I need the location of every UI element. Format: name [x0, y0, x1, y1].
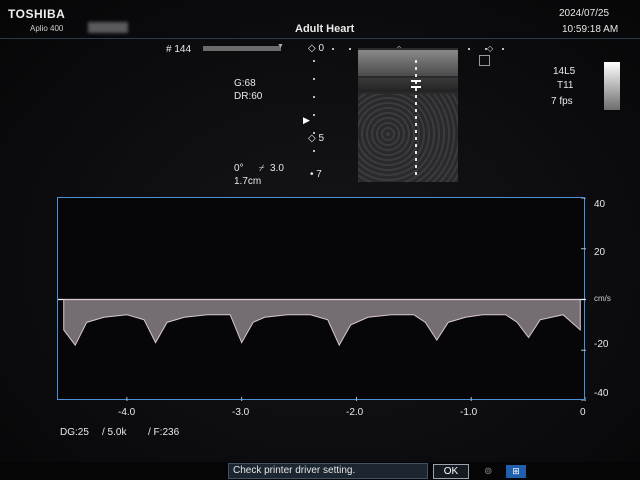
sample-depth-label: 1.7cm: [234, 176, 262, 187]
brand-logo: TOSHIBA: [8, 7, 66, 21]
cine-marker-icon: ▼: [277, 43, 284, 50]
gain-label: G:68: [234, 78, 256, 89]
y-tick-40: 40: [594, 199, 606, 210]
doppler-spectrum-panel[interactable]: [57, 197, 586, 401]
depth-mark-5: ◇ 5: [308, 133, 325, 144]
header-divider: [0, 38, 640, 39]
x-tick-neg3: -3.0: [232, 407, 250, 418]
sample-gate-top: [411, 80, 421, 82]
velocity-unit-label: cm/s: [594, 294, 611, 303]
doppler-gain-label: DG:25: [60, 427, 89, 438]
transducer-label: 14L5: [553, 66, 576, 77]
storage-icon[interactable]: ⊞: [506, 465, 526, 478]
angle-label: 0°: [234, 163, 244, 174]
doppler-cursor-line[interactable]: [415, 60, 417, 178]
depth-dots: [313, 60, 315, 160]
orientation-icon: [479, 55, 490, 66]
ok-button[interactable]: OK: [433, 464, 469, 479]
prf-label: / 5.0k: [102, 427, 127, 438]
right-marker-icon: ◇: [487, 44, 494, 53]
x-tick-neg1: -1.0: [460, 407, 478, 418]
angle-correct-value: 3.0: [270, 163, 284, 174]
doppler-spectrum-trace: [63, 299, 581, 347]
model-name: Aplio 400: [30, 24, 64, 33]
preset-label: Adult Heart: [295, 23, 355, 35]
x-tick-neg4: -4.0: [118, 407, 136, 418]
printer-message: Check printer driver setting.: [228, 463, 428, 479]
speckle-region: [358, 94, 458, 182]
filter-label: / F:236: [148, 427, 180, 438]
camera-icon[interactable]: ⊚: [484, 466, 492, 477]
depth-mark-7: • 7: [310, 169, 322, 180]
redacted-patient-id: [88, 22, 128, 33]
date-label: 2024/07/25: [559, 8, 610, 19]
focus-marker-icon[interactable]: ▶: [303, 115, 310, 126]
bmode-image[interactable]: [358, 48, 458, 182]
cine-progress-bar: [203, 46, 281, 51]
time-label: 10:59:18 AM: [562, 24, 619, 35]
doppler-spectrum-chart: [58, 198, 586, 401]
grayscale-bar: [604, 62, 620, 110]
y-tick-neg20: -20: [594, 339, 609, 350]
y-tick-neg40: -40: [594, 388, 609, 399]
dynamic-range-label: DR:60: [234, 91, 263, 102]
tissue-layer: [358, 50, 458, 76]
x-tick-0: 0: [580, 407, 586, 418]
vessel-layer: [358, 78, 458, 92]
depth-mark-0: ◇ 0: [308, 43, 325, 54]
ultrasound-screen: TOSHIBA Aplio 400 Adult Heart 2024/07/25…: [0, 0, 640, 480]
y-tick-20: 20: [594, 247, 606, 258]
frame-rate-label: 7 fps: [551, 96, 573, 107]
angle-correct-icon: ⌿: [259, 163, 265, 173]
frame-counter: # 144: [166, 44, 192, 55]
preset-code-label: T11: [557, 80, 574, 91]
x-tick-neg2: -2.0: [346, 407, 364, 418]
sample-gate-bottom: [411, 86, 421, 88]
